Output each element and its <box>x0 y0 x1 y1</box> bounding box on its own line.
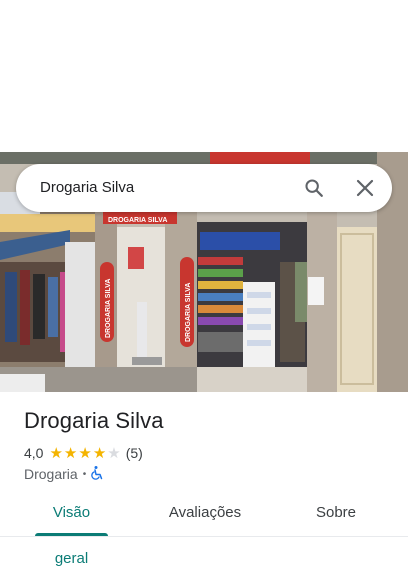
rating-stars: ★ ★ ★ ★ ★ <box>49 446 121 461</box>
search-icon[interactable] <box>302 176 326 200</box>
place-title: Drogaria Silva <box>24 408 164 433</box>
wheelchair-accessible-icon[interactable] <box>91 465 103 483</box>
place-category[interactable]: Drogaria <box>24 466 78 482</box>
banner-text-right: DROGARIA SILVA <box>185 283 192 342</box>
search-bar[interactable]: Drogaria Silva <box>16 164 392 212</box>
banner-text-left: DROGARIA SILVA <box>105 279 112 338</box>
review-count[interactable]: (5) <box>126 445 143 461</box>
star-icon: ★ <box>49 444 63 462</box>
star-icon: ★ <box>92 444 107 462</box>
place-tabs: Visão geral Avaliações Sobre <box>0 490 408 567</box>
tab-overview[interactable]: Visão geral <box>35 490 108 567</box>
star-icon: ★ <box>63 444 78 462</box>
search-query[interactable]: Drogaria Silva <box>40 164 134 212</box>
separator-dot: • <box>82 468 87 480</box>
rating-value: 4,0 <box>24 445 44 461</box>
star-empty-icon: ★ <box>107 444 121 462</box>
close-icon[interactable] <box>353 176 377 200</box>
tab-reviews[interactable]: Avaliações <box>163 490 247 536</box>
rating-row[interactable]: 4,0 ★ ★ ★ ★ ★ (5) <box>24 444 143 462</box>
category-row: Drogaria • <box>24 465 103 483</box>
star-icon: ★ <box>78 444 92 462</box>
tab-about[interactable]: Sobre <box>310 490 362 536</box>
tabs-divider <box>0 536 408 537</box>
store-sign-text: DROGARIA SILVA <box>108 217 167 224</box>
